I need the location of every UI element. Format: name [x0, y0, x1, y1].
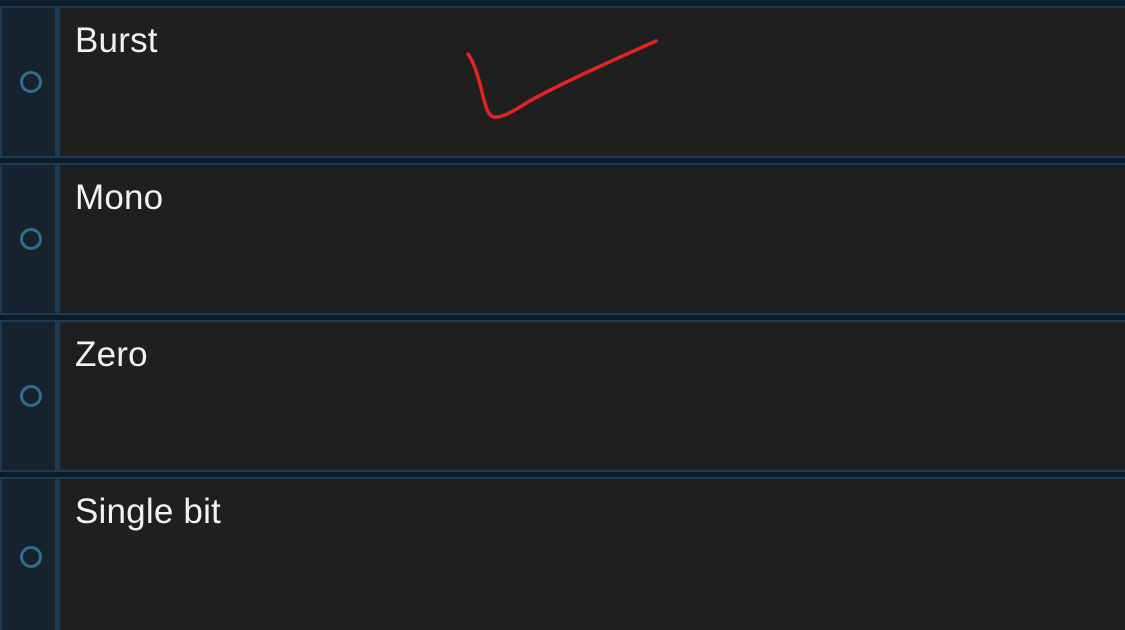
option-label: Burst — [75, 21, 158, 60]
option-label: Zero — [75, 335, 148, 374]
option-row-burst[interactable]: Burst — [0, 6, 1125, 158]
option-row-single-bit[interactable]: Single bit — [0, 477, 1125, 630]
radio-button-icon[interactable] — [20, 71, 42, 93]
option-list-screen: Burst Mono Zero Single bit — [0, 0, 1125, 630]
radio-button-icon[interactable] — [20, 546, 42, 568]
option-label: Mono — [75, 178, 164, 217]
radio-button-icon[interactable] — [20, 228, 42, 250]
option-row-zero[interactable]: Zero — [0, 320, 1125, 472]
option-label: Single bit — [75, 492, 221, 531]
radio-button-icon[interactable] — [20, 385, 42, 407]
option-row-mono[interactable]: Mono — [0, 163, 1125, 315]
radio-option-list: Burst Mono Zero Single bit — [0, 0, 1125, 630]
